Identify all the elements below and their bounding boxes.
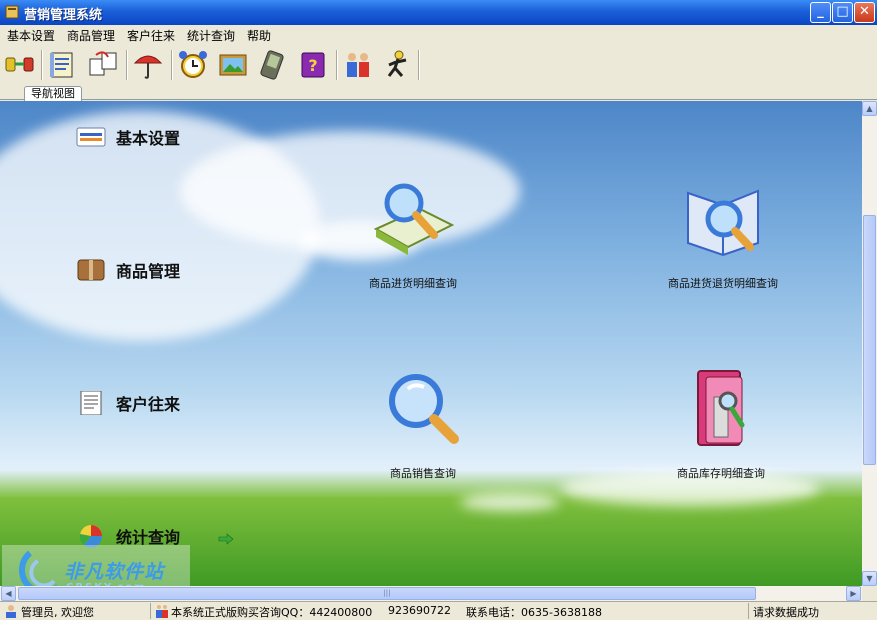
nav-label: 商品管理 (116, 262, 181, 281)
help-book-icon[interactable]: ? (296, 49, 330, 81)
handheld-icon[interactable] (256, 49, 290, 81)
func-inventory-detail-query[interactable]: 商品库存明细查询 (621, 367, 821, 487)
menu-statistics-query[interactable]: 统计查询 (187, 27, 235, 44)
nav-item-customer-dealings[interactable]: 客户往来 (76, 389, 216, 417)
toolbar-separator (336, 50, 338, 80)
nav-label: 基本设置 (116, 129, 181, 148)
nav-item-basic-settings[interactable]: 基本设置 (76, 123, 216, 151)
open-book-magnifier-icon (687, 189, 759, 257)
vertical-scrollbar[interactable]: ▲ ▼ (862, 101, 877, 586)
func-label: 商品进货明细查询 (369, 277, 457, 290)
window-title: 营销管理系统 (24, 8, 103, 23)
watermark-title: 非凡软件站 (64, 561, 165, 583)
folder-stack-icon (697, 370, 745, 446)
menu-customer-dealings[interactable]: 客户往来 (127, 27, 175, 44)
func-label: 商品库存明细查询 (677, 467, 765, 480)
horizontal-scrollbar[interactable]: ◀ ||| ▶ (0, 586, 862, 601)
minimize-button[interactable]: _ (810, 2, 831, 23)
toolbar-separator (171, 50, 173, 80)
close-button[interactable]: ✕ (854, 2, 875, 23)
scroll-up-icon[interactable]: ▲ (862, 101, 877, 116)
navigation-view: 基本设置 商品管理 客户往来 统计查询 商品进货明细查询 商品进货退货明细查询 … (0, 101, 862, 586)
document-icon (80, 391, 102, 415)
horizontal-scroll-thumb[interactable]: ||| (18, 587, 756, 600)
menu-help[interactable]: 帮助 (247, 27, 271, 44)
func-label: 商品进货退货明细查询 (668, 277, 778, 290)
svg-text:?: ? (308, 56, 317, 75)
book-magnifier-icon (373, 183, 455, 255)
connect-icon[interactable] (3, 49, 37, 81)
toolbar-separator (126, 50, 128, 80)
scroll-down-icon[interactable]: ▼ (862, 571, 877, 586)
scrollbar-corner (862, 586, 877, 601)
vertical-scroll-thumb[interactable] (863, 215, 876, 465)
nav-label: 客户往来 (116, 395, 181, 414)
cloud-decoration (460, 493, 560, 511)
users-icon[interactable] (341, 49, 375, 81)
scroll-right-icon[interactable]: ▶ (846, 586, 861, 601)
status-qq: 本系统正式版购买咨询QQ：442400800 (171, 606, 373, 619)
status-qq-secondary: 923690722 (388, 604, 451, 617)
menu-bar: 基本设置 商品管理 客户往来 统计查询 帮助 (0, 25, 877, 44)
title-bar[interactable]: 营销管理系统 _ □ ✕ (0, 0, 877, 25)
magnifier-icon (389, 374, 459, 444)
status-phone: 联系电话：0635-3638188 (466, 606, 602, 619)
picture-icon[interactable] (216, 49, 250, 81)
toolbar-separator (41, 50, 43, 80)
notes-icon[interactable] (46, 49, 80, 81)
func-purchase-detail-query[interactable]: 商品进货明细查询 (313, 177, 513, 297)
users-icon (156, 605, 168, 618)
app-icon (5, 5, 19, 19)
func-sales-query[interactable]: 商品销售查询 (323, 367, 523, 487)
selection-arrow-icon (218, 533, 234, 545)
toolbar-separator (418, 50, 420, 80)
status-bar: 管理员, 欢迎您 本系统正式版购买咨询QQ：442400800 92369072… (0, 601, 877, 620)
nav-item-goods-management[interactable]: 商品管理 (76, 256, 216, 284)
toolbar: ? (0, 44, 877, 86)
settings-card-icon (76, 127, 106, 147)
tab-navigation-view[interactable]: 导航视图 (24, 86, 82, 102)
menu-goods-management[interactable]: 商品管理 (67, 27, 115, 44)
status-user: 管理员, 欢迎您 (21, 606, 94, 619)
exit-runner-icon[interactable] (381, 49, 415, 81)
scroll-left-icon[interactable]: ◀ (1, 586, 16, 601)
status-separator (748, 603, 749, 619)
tab-strip (0, 86, 877, 100)
umbrella-icon[interactable] (131, 49, 165, 81)
func-label: 商品销售查询 (390, 467, 456, 480)
status-separator (150, 603, 151, 619)
transfer-icon[interactable] (86, 49, 120, 81)
alarm-clock-icon[interactable] (176, 49, 210, 81)
func-purchase-return-detail-query[interactable]: 商品进货退货明细查询 (623, 177, 823, 297)
status-message: 请求数据成功 (753, 606, 819, 619)
maximize-button[interactable]: □ (832, 2, 853, 23)
menu-basic-settings[interactable]: 基本设置 (7, 27, 55, 44)
user-icon (6, 605, 16, 618)
package-box-icon (77, 259, 105, 281)
